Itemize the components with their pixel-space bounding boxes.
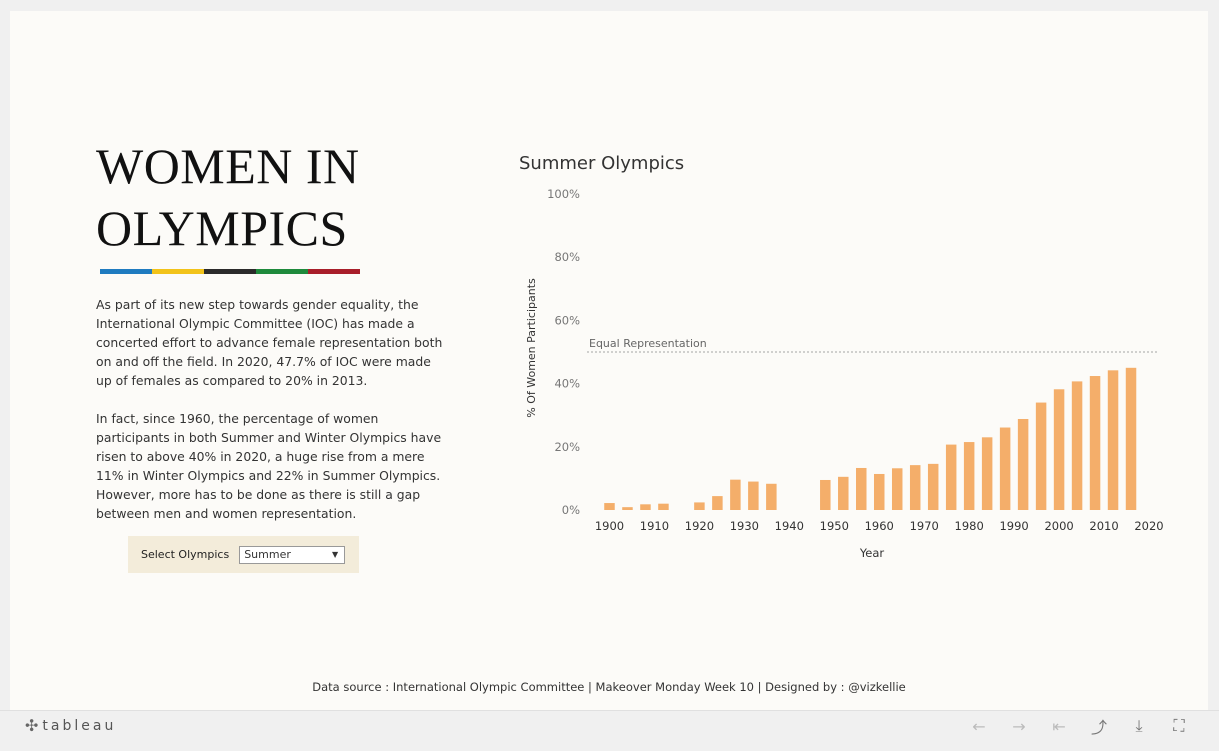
bar-1928	[730, 479, 741, 510]
bar-1964	[891, 468, 903, 510]
bar-1924	[712, 496, 723, 510]
bar-chart: 0% 20% 40% 60% 80% 100% 1900 1910 1920 1930 1940 19…	[525, 187, 1164, 560]
brand-name: tableau	[42, 717, 117, 734]
y-tick-label: 40%	[554, 377, 580, 391]
bar-1908	[640, 504, 651, 510]
bar-1992	[1017, 418, 1029, 510]
y-axis-label: % Of Women Participants	[525, 278, 538, 418]
bar-1948	[820, 479, 831, 510]
fullscreen-icon[interactable]: ⛶	[1159, 715, 1199, 737]
equal-representation-label: Equal Representation	[589, 337, 707, 350]
bar-1952	[838, 476, 849, 510]
bar-2012	[1107, 370, 1119, 510]
bar-2004	[1071, 381, 1083, 510]
bar-1988	[999, 427, 1011, 510]
x-tick-label: 2020	[1134, 519, 1163, 533]
tableau-logo-icon: ✣	[25, 716, 39, 735]
y-tick-label: 60%	[554, 313, 580, 327]
footer: Data source : International Olympic Comm…	[312, 680, 906, 694]
bar-1996	[1035, 402, 1047, 510]
bar-1980	[963, 442, 975, 510]
toolbar-actions: ← → ⇤ ⤴ ⤓ ⛶	[959, 715, 1199, 737]
undo-icon[interactable]: ←	[959, 715, 999, 737]
x-tick-label: 1970	[910, 519, 939, 533]
y-tick-label: 100%	[547, 187, 580, 201]
bar-1984	[981, 437, 993, 510]
tableau-brand[interactable]: ✣ tableau	[25, 716, 116, 735]
y-tick-label: 20%	[554, 440, 580, 454]
x-tick-label: 1920	[685, 519, 714, 533]
bar-1972	[927, 463, 939, 510]
bar-1932	[748, 481, 759, 510]
x-tick-label: 1930	[730, 519, 759, 533]
y-tick-label: 80%	[554, 250, 580, 264]
bar-1900	[604, 503, 615, 510]
share-icon[interactable]: ⤴	[1079, 715, 1119, 737]
bar-1904	[622, 507, 633, 510]
x-tick-label: 1940	[775, 519, 804, 533]
bar-1920	[694, 502, 705, 510]
bar-2016	[1125, 367, 1137, 510]
revert-icon[interactable]: ⇤	[1039, 715, 1079, 737]
x-axis-label: Year	[859, 546, 885, 560]
bar-1968	[909, 465, 921, 510]
y-tick-label: 0%	[562, 503, 580, 517]
bar-1912	[658, 503, 669, 510]
x-tick-label: 1990	[999, 519, 1028, 533]
x-tick-label: 1950	[820, 519, 849, 533]
x-tick-label: 1900	[595, 519, 624, 533]
bar-2000	[1053, 389, 1065, 510]
dashboard: WOMEN IN OLYMPICS As part of its new ste…	[10, 11, 1208, 710]
bar-1956	[856, 467, 867, 510]
x-tick-label: 1960	[865, 519, 894, 533]
bar-1936	[766, 483, 777, 510]
bar-1976	[945, 444, 957, 510]
toolbar: ✣ tableau ← → ⇤ ⤴ ⤓ ⛶	[0, 710, 1219, 751]
download-icon[interactable]: ⤓	[1119, 715, 1159, 737]
x-tick-label: 1980	[955, 519, 984, 533]
x-tick-label: 1910	[640, 519, 669, 533]
bar-1960	[873, 473, 885, 510]
x-tick-label: 2010	[1089, 519, 1118, 533]
redo-icon[interactable]: →	[999, 715, 1039, 737]
bar-2008	[1089, 376, 1101, 510]
x-tick-label: 2000	[1044, 519, 1073, 533]
